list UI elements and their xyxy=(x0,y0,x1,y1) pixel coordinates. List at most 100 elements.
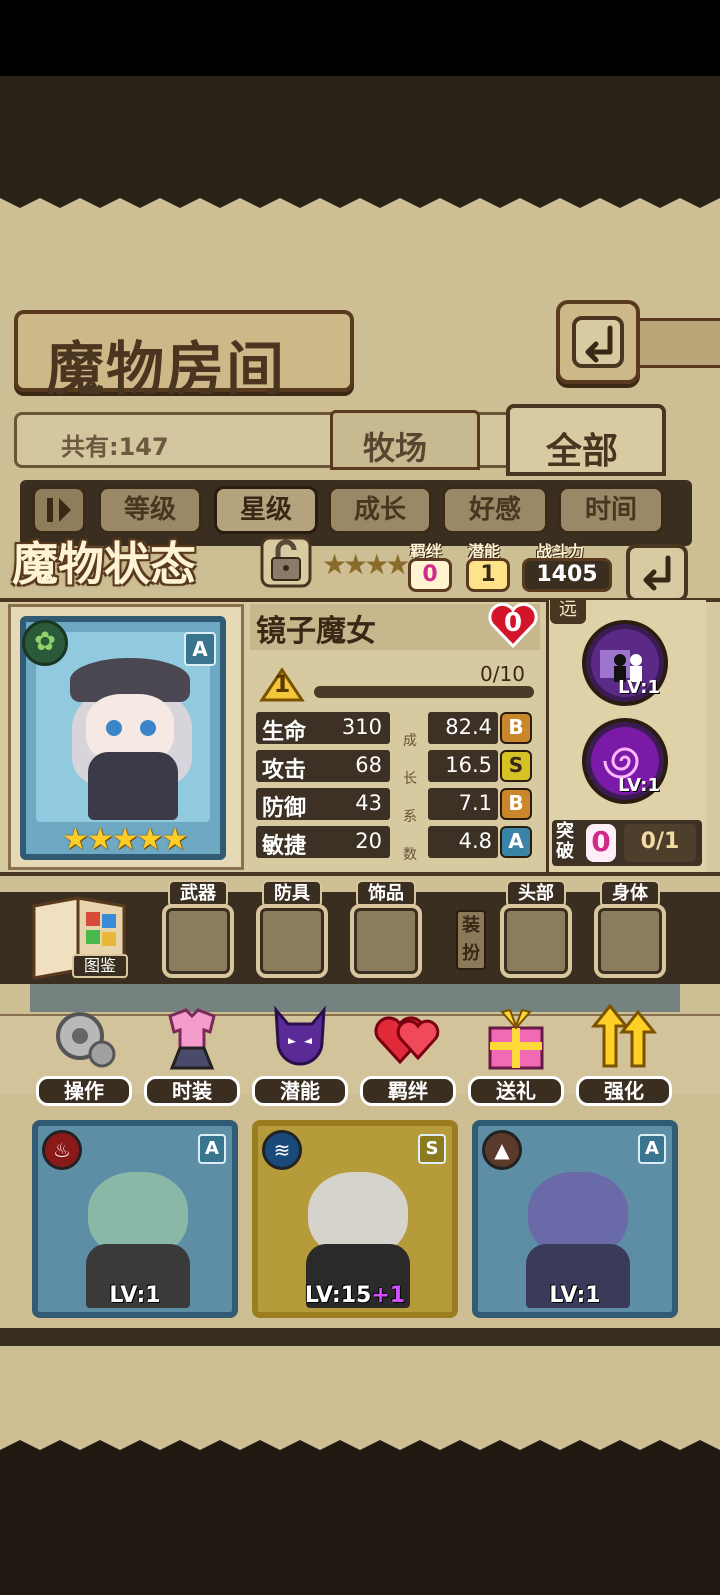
equip-slot-accessory[interactable] xyxy=(350,904,422,978)
skill-spiral-icon[interactable]: LV:1 xyxy=(582,718,668,804)
zigzag-border-top xyxy=(0,190,720,208)
range-tag: 远 xyxy=(550,598,586,624)
earth-icon: ▲ xyxy=(482,1130,522,1170)
unlock-icon[interactable] xyxy=(256,530,316,590)
sort-growth-button[interactable]: 成长 xyxy=(328,486,432,534)
growth-attack: 16.5 xyxy=(428,750,498,782)
back-arrow-icon xyxy=(643,555,671,591)
equip-slot-armor[interactable] xyxy=(256,904,328,978)
back-arrow-icon xyxy=(572,316,624,368)
sort-favor-button[interactable]: 好感 xyxy=(442,486,548,534)
favor-value: 0 xyxy=(503,608,523,638)
monster-portrait[interactable]: ✿ A ★★★★★ xyxy=(20,616,226,860)
monster-name: 镜子魔女 xyxy=(256,614,376,649)
close-status-button[interactable] xyxy=(626,544,688,602)
room-title-plate: 魔物房间 xyxy=(14,310,354,403)
tab-all-label: 全部 xyxy=(546,431,619,472)
stat-label: 攻击 xyxy=(262,758,307,783)
card-level: LV:15+1 xyxy=(304,1283,406,1308)
witch-eye-right xyxy=(140,720,156,736)
status-title: 魔物状态 xyxy=(12,537,196,591)
action-potential-button[interactable]: 潜能 xyxy=(252,1002,348,1108)
exp-text: 0/10 xyxy=(480,662,525,686)
action-gift-button[interactable]: 送礼 xyxy=(468,1002,564,1108)
skill-level: LV:1 xyxy=(618,775,660,796)
sort-level-button[interactable]: 等级 xyxy=(98,486,202,534)
fire-icon: ♨ xyxy=(42,1130,82,1170)
sort-time-button[interactable]: 时间 xyxy=(558,486,664,534)
rank-badge: A xyxy=(184,632,216,666)
background-upper xyxy=(0,76,720,198)
outfit-icon xyxy=(168,1008,216,1070)
stat-label: 防御 xyxy=(262,796,307,821)
monster-level: 1 xyxy=(273,670,291,698)
action-label: 潜能 xyxy=(252,1076,348,1106)
action-label: 送礼 xyxy=(468,1076,564,1106)
demon-icon xyxy=(274,1005,326,1066)
action-label: 操作 xyxy=(36,1076,132,1106)
power-value: 1405 xyxy=(522,558,612,592)
stat-row-hp: 生命 310 xyxy=(256,712,390,745)
stat-value: 43 xyxy=(355,791,382,815)
stat-row-defense: 防御 43 xyxy=(256,788,390,821)
tab-ranch-label: 牧场 xyxy=(363,429,428,467)
action-outfit-button[interactable]: 时装 xyxy=(144,1002,240,1108)
breakthrough-value: 0 xyxy=(586,824,616,862)
growth-coefficient-label: 成 长 系 数 xyxy=(403,733,417,863)
background-lower xyxy=(0,1454,720,1595)
stat-row-attack: 攻击 68 xyxy=(256,750,390,783)
monster-card-3[interactable]: ▲ A LV:1 xyxy=(472,1120,678,1318)
tab-all[interactable]: 全部 xyxy=(506,404,666,476)
grade-badge-defense: B xyxy=(500,788,532,820)
star-rating: ★★★★★ xyxy=(62,822,188,857)
sort-star-button[interactable]: 星级 xyxy=(214,486,318,534)
rank-badge: S xyxy=(418,1134,446,1164)
action-label: 强化 xyxy=(576,1076,672,1106)
stat-label: 生命 xyxy=(262,720,307,745)
upgrade-arrows-icon xyxy=(590,1003,658,1068)
panel-bottom-border xyxy=(0,1328,720,1346)
equip-slot-weapon[interactable] xyxy=(162,904,234,978)
stat-row-agility: 敏捷 20 xyxy=(256,826,390,859)
stat-value: 310 xyxy=(341,715,382,739)
breakthrough-label: 突破 xyxy=(556,821,574,862)
grade-badge-attack: S xyxy=(500,750,532,782)
action-upgrade-button[interactable]: 强化 xyxy=(576,1002,672,1108)
grade-badge-agility: A xyxy=(500,826,532,858)
card-level: LV:1 xyxy=(549,1283,601,1308)
witch-body xyxy=(88,752,178,820)
action-label: 时装 xyxy=(144,1076,240,1106)
rank-badge: A xyxy=(638,1134,666,1164)
card-level: LV:1 xyxy=(109,1283,161,1308)
grade-badge-hp: B xyxy=(500,712,532,744)
action-label: 羁绊 xyxy=(360,1076,456,1106)
stat-label: 敏捷 xyxy=(262,834,307,859)
tab-ranch[interactable]: 牧场 xyxy=(330,410,480,470)
equip-slot-body[interactable] xyxy=(594,904,666,978)
skill-mirror-icon[interactable]: LV:1 xyxy=(582,620,668,706)
leaf-icon: ✿ xyxy=(22,620,68,666)
game-screen: 魔物房间 共有:147 牧场 全部 等级 星级 成长 好感 时间 魔物状态 ★★… xyxy=(0,0,720,1595)
growth-hp: 82.4 xyxy=(428,712,498,744)
potential-value: 1 xyxy=(466,558,510,592)
stat-value: 68 xyxy=(355,753,382,777)
sort-toggle-icon[interactable] xyxy=(32,486,86,534)
breakthrough-progress: 0/1 xyxy=(624,824,696,862)
monster-card-1[interactable]: ♨ A LV:1 xyxy=(32,1120,238,1318)
monster-card-2[interactable]: ≋ S LV:15+1 xyxy=(252,1120,458,1318)
breakthrough-box: 突破 0 0/1 xyxy=(552,820,702,866)
equip-slot-head[interactable] xyxy=(500,904,572,978)
growth-agility: 4.8 xyxy=(428,826,498,858)
gift-icon xyxy=(488,1008,544,1070)
zigzag-border-bottom xyxy=(0,1440,720,1458)
stat-value: 20 xyxy=(355,829,382,853)
witch-eye-left xyxy=(106,720,122,736)
growth-defense: 7.1 xyxy=(428,788,498,820)
action-bond-button[interactable]: 羁绊 xyxy=(360,1002,456,1108)
action-operate-button[interactable]: 操作 xyxy=(36,1002,132,1108)
faded-stars: ★★★★ xyxy=(322,548,410,581)
water-icon: ≋ xyxy=(262,1130,302,1170)
bond-value: 0 xyxy=(408,558,452,592)
back-button[interactable] xyxy=(556,300,640,384)
hearts-icon xyxy=(374,1016,440,1065)
